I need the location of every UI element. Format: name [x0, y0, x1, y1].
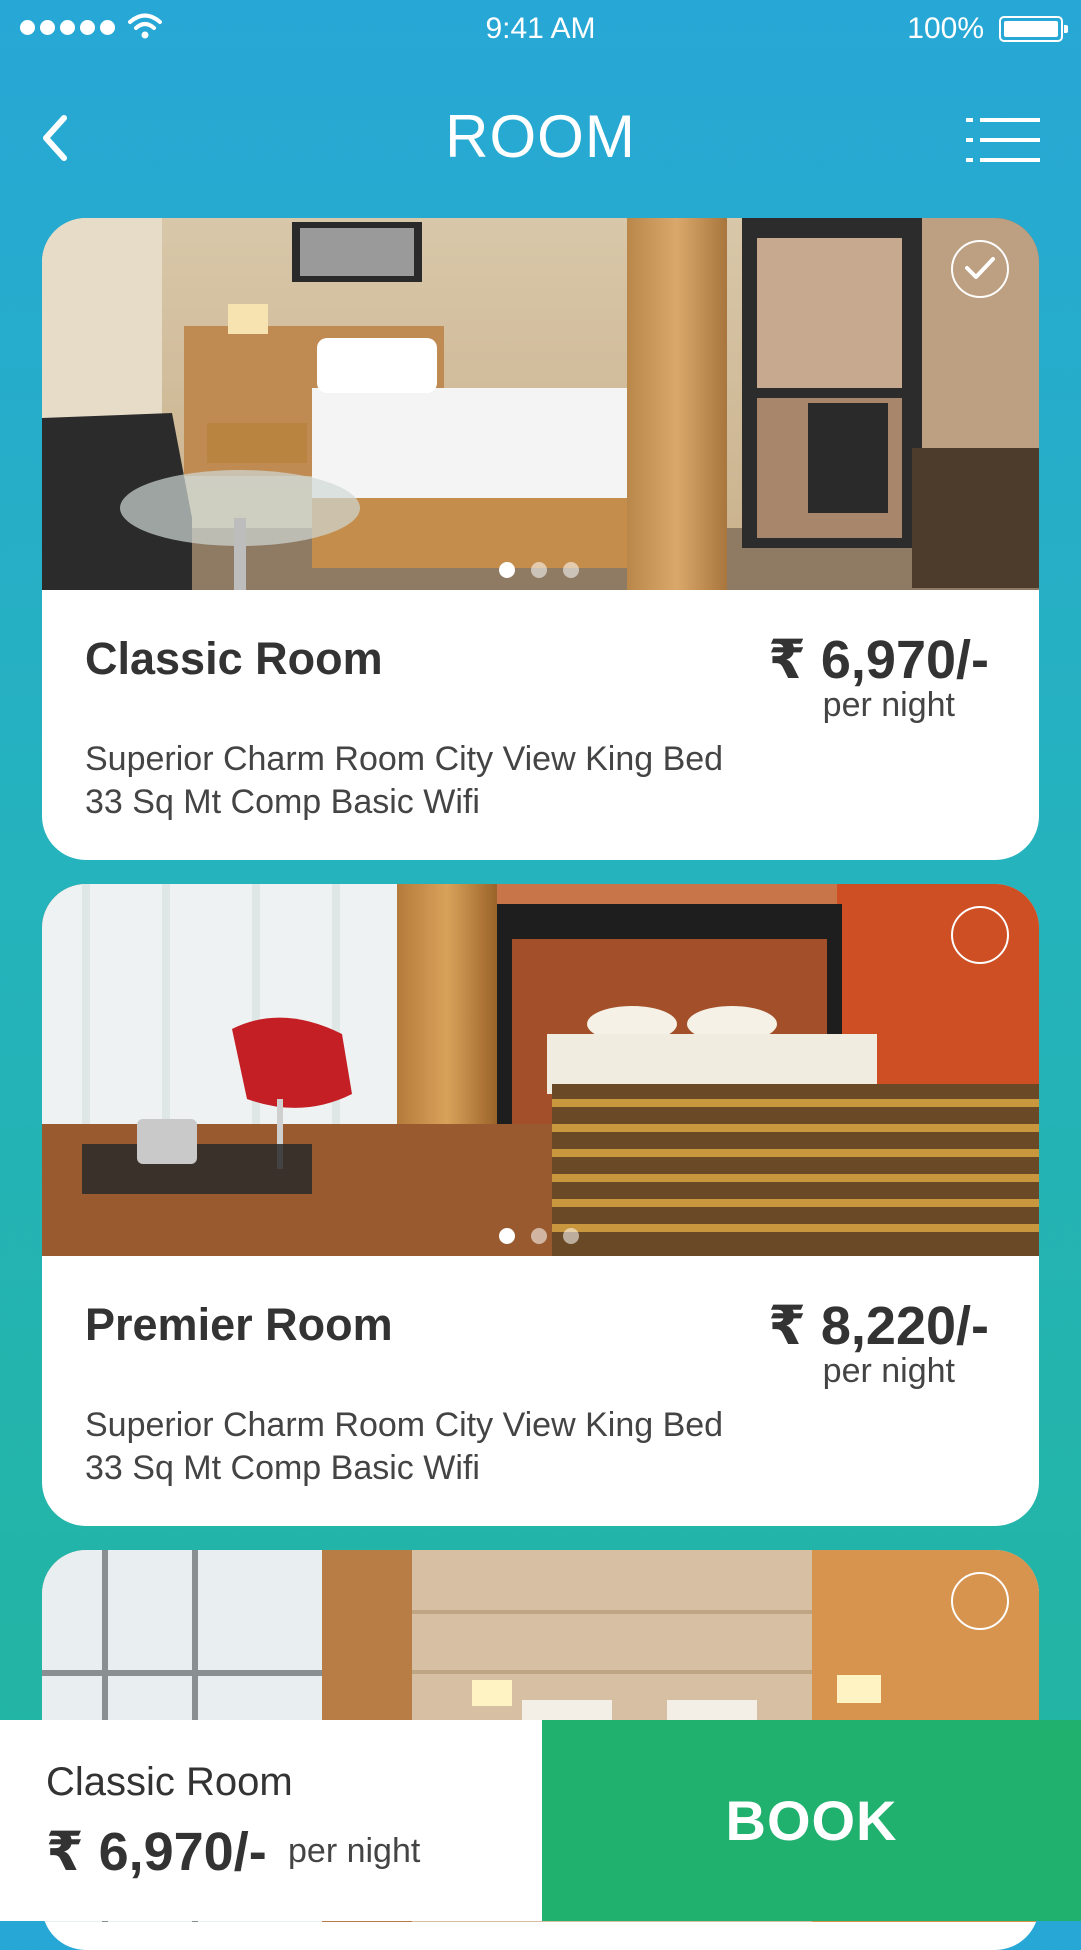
selected-room-price: ₹ 6,970/- — [46, 1822, 267, 1882]
carousel-dots[interactable] — [499, 1228, 579, 1244]
booking-bar: Classic Room ₹ 6,970/- per night BOOK — [0, 1720, 1081, 1921]
book-button[interactable]: BOOK — [542, 1720, 1081, 1921]
room-photo-illustration — [42, 218, 1039, 590]
price-unit: per night — [822, 1352, 955, 1390]
select-circle-icon[interactable] — [951, 906, 1009, 964]
description-line: 33 Sq Mt Comp Basic Wifi — [85, 1449, 480, 1487]
selected-price-unit: per night — [288, 1832, 421, 1870]
room-card-premier[interactable]: Premier Room ₹ 8,220/- per night Superio… — [42, 884, 1039, 1526]
select-circle-icon[interactable] — [951, 1572, 1009, 1630]
status-bar: 9:41 AM 100% — [0, 0, 1081, 60]
room-card-classic[interactable]: Classic Room ₹ 6,970/- per night Superio… — [42, 218, 1039, 860]
battery-icon — [999, 16, 1068, 42]
selected-room-name: Classic Room — [46, 1760, 293, 1804]
carousel-dots[interactable] — [499, 562, 579, 578]
room-description: Superior Charm Room City View King Bed 3… — [85, 738, 865, 824]
room-name: Premier Room — [85, 1299, 393, 1350]
room-price: ₹ 8,220/- — [768, 1296, 989, 1356]
select-check-icon[interactable] — [951, 240, 1009, 298]
room-name: Classic Room — [85, 633, 383, 684]
selected-room-summary: Classic Room ₹ 6,970/- per night — [0, 1720, 542, 1921]
room-price: ₹ 6,970/- — [768, 630, 989, 690]
room-photo-illustration — [42, 884, 1039, 1256]
page-title: ROOM — [445, 103, 636, 170]
list-menu-icon[interactable] — [966, 116, 1040, 164]
description-line: 33 Sq Mt Comp Basic Wifi — [85, 783, 480, 821]
room-photo[interactable] — [42, 884, 1039, 1256]
description-line: Superior Charm Room City View King Bed — [85, 1406, 724, 1444]
description-line: Superior Charm Room City View King Bed — [85, 740, 724, 778]
room-description: Superior Charm Room City View King Bed 3… — [85, 1404, 865, 1490]
room-photo[interactable] — [42, 218, 1039, 590]
battery-percent: 100% — [907, 12, 984, 45]
price-unit: per night — [822, 686, 955, 724]
